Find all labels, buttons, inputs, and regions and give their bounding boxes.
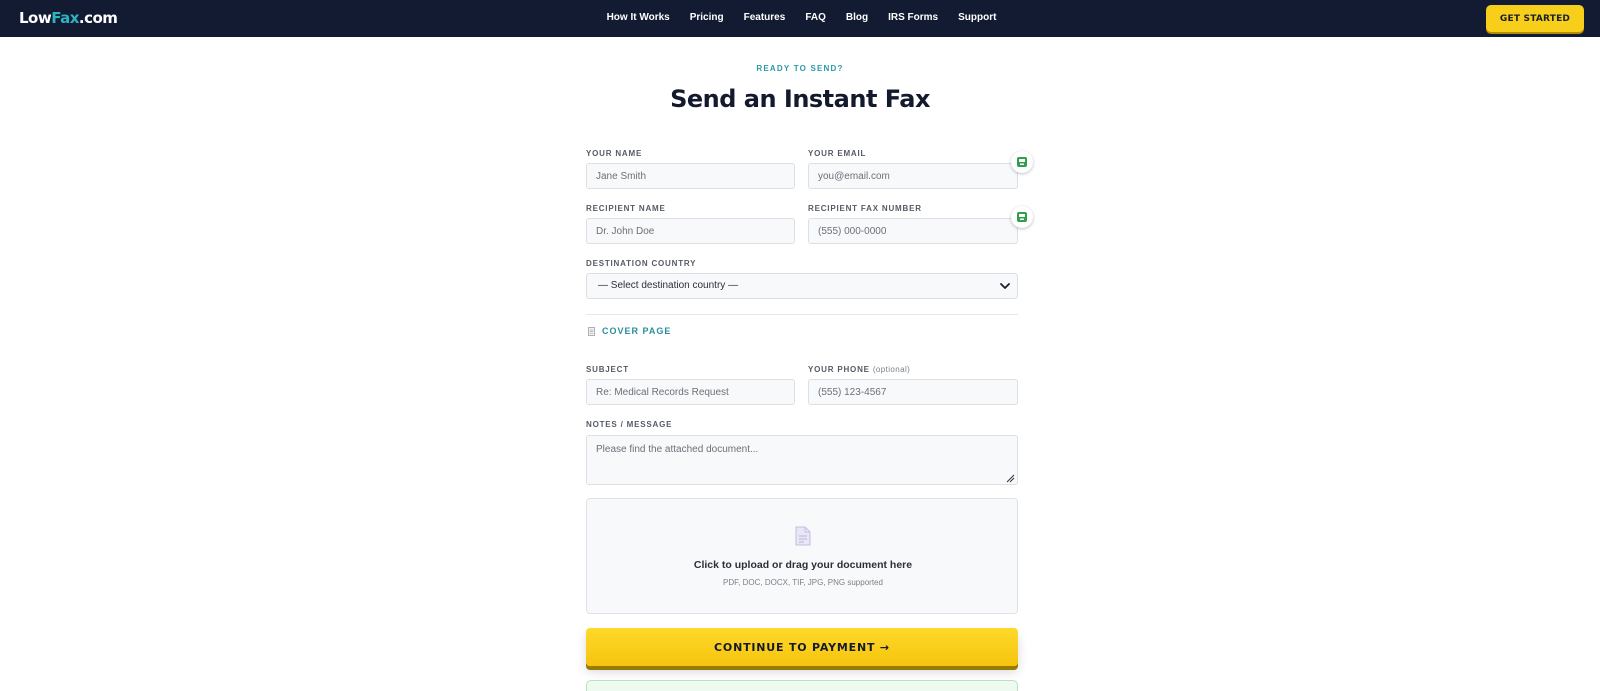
continue-to-payment-button[interactable]: CONTINUE TO PAYMENT →: [586, 628, 1018, 666]
your-phone-label-text: YOUR PHONE: [808, 365, 870, 374]
email-autofill-button[interactable]: [1011, 151, 1033, 173]
recipient-fax-input[interactable]: [808, 218, 1018, 244]
resize-grip-icon[interactable]: [1006, 474, 1015, 483]
your-phone-label: YOUR PHONE (optional): [808, 365, 910, 374]
subject-label: SUBJECT: [586, 365, 629, 374]
notes-textarea[interactable]: [586, 435, 1018, 485]
password-manager-icon: [1017, 157, 1027, 167]
recipient-name-label: RECIPIENT NAME: [586, 204, 666, 213]
nav-link-pricing[interactable]: Pricing: [680, 12, 734, 23]
destination-country-select[interactable]: — Select destination country —: [586, 273, 1018, 299]
nav-link-blog[interactable]: Blog: [836, 12, 878, 23]
nav-link-how-it-works[interactable]: How It Works: [597, 12, 680, 23]
your-phone-input[interactable]: [808, 379, 1018, 405]
notes-label: NOTES / MESSAGE: [586, 420, 673, 429]
notice-box: [586, 680, 1018, 691]
your-name-input[interactable]: [586, 163, 795, 189]
section-eyebrow: READY TO SEND?: [756, 64, 844, 73]
nav-link-features[interactable]: Features: [734, 12, 796, 23]
document-upload-dropzone[interactable]: Click to upload or drag your document he…: [586, 498, 1018, 614]
your-email-label: YOUR EMAIL: [808, 149, 867, 158]
destination-country-value: — Select destination country —: [598, 280, 739, 291]
section-divider: [586, 314, 1018, 315]
chevron-down-icon: [1000, 283, 1010, 289]
your-phone-optional: (optional): [872, 365, 911, 374]
document-upload-icon: [795, 526, 811, 546]
password-manager-icon: [1017, 212, 1027, 222]
get-started-button[interactable]: GET STARTED: [1486, 5, 1584, 32]
cover-page-label: COVER PAGE: [602, 326, 672, 336]
nav-link-faq[interactable]: FAQ: [795, 12, 836, 23]
main-nav: How It Works Pricing Features FAQ Blog I…: [0, 12, 1600, 23]
upload-title: Click to upload or drag your document he…: [693, 559, 913, 571]
destination-country-label: DESTINATION COUNTRY: [586, 259, 697, 268]
recipient-fax-label: RECIPIENT FAX NUMBER: [808, 204, 922, 213]
subject-input[interactable]: [586, 379, 795, 405]
your-name-label: YOUR NAME: [586, 149, 643, 158]
cover-page-toggle[interactable]: COVER PAGE: [588, 326, 672, 337]
upload-subtitle: PDF, DOC, DOCX, TIF, JPG, PNG supported: [723, 578, 883, 587]
top-navbar: LowFax.com How It Works Pricing Features…: [0, 0, 1600, 37]
document-icon: [588, 327, 595, 337]
page-title: Send an Instant Fax: [670, 85, 930, 113]
nav-link-irs-forms[interactable]: IRS Forms: [878, 12, 948, 23]
your-email-input[interactable]: [808, 163, 1018, 189]
fax-autofill-button[interactable]: [1011, 206, 1033, 228]
nav-link-support[interactable]: Support: [948, 12, 1006, 23]
recipient-name-input[interactable]: [586, 218, 795, 244]
